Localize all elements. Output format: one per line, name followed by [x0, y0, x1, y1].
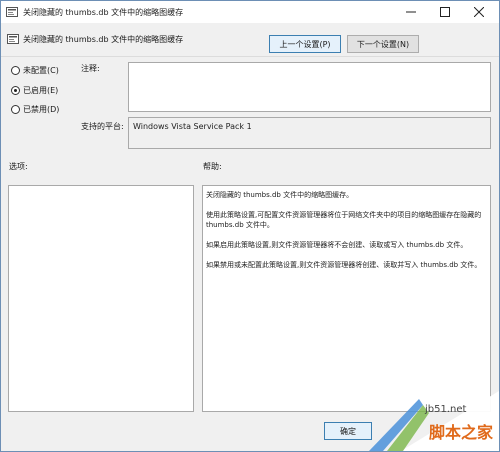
setting-name: 关闭隐藏的 thumbs.db 文件中的缩略图缓存 — [23, 35, 184, 44]
help-paragraph: 如果禁用或未配置此策略设置,则文件资源管理器将创建、读取并写入 thumbs.d… — [206, 261, 482, 269]
policy-settings-icon — [7, 33, 19, 45]
minimize-button[interactable] — [395, 1, 427, 23]
help-paragraph: 如果启用此策略设置,则文件资源管理器将不会创建、读取或写入 thumbs.db … — [206, 241, 468, 249]
radio-circle[interactable] — [11, 105, 20, 114]
supported-platform-label: 支持的平台: — [81, 122, 124, 131]
help-label: 帮助: — [203, 162, 222, 171]
close-button[interactable] — [463, 1, 495, 23]
radio-label: 已禁用(D) — [23, 105, 60, 114]
radio-circle[interactable] — [11, 66, 20, 75]
policy-settings-icon — [6, 6, 18, 18]
help-paragraph: 使用此策略设置,可配置文件资源管理器将位于网络文件夹中的项目的缩略图缓存在隐藏的… — [206, 211, 482, 229]
radio-circle-checked[interactable] — [11, 86, 20, 95]
radio-not-configured[interactable]: 未配置(C) — [11, 65, 59, 76]
maximize-button[interactable] — [429, 1, 461, 23]
window-title: 关闭隐藏的 thumbs.db 文件中的缩略图缓存 — [23, 8, 184, 17]
maximize-icon — [440, 7, 450, 17]
header-divider — [1, 56, 499, 57]
watermark-site: jb51.net — [425, 404, 467, 415]
title-bar[interactable]: 关闭隐藏的 thumbs.db 文件中的缩略图缓存 — [1, 1, 499, 23]
comment-textarea[interactable] — [128, 62, 491, 112]
supported-platform-value: Windows Vista Service Pack 1 — [133, 122, 252, 131]
site-watermark: jb51.net 脚本之家 — [349, 391, 499, 451]
minimize-icon — [406, 11, 416, 13]
comment-label: 注释: — [81, 64, 100, 73]
radio-enabled[interactable]: 已启用(E) — [11, 85, 58, 96]
supported-platform-field: Windows Vista Service Pack 1 — [128, 117, 491, 149]
close-icon — [474, 7, 484, 17]
previous-setting-button[interactable]: 上一个设置(P) — [269, 35, 341, 53]
help-panel[interactable]: 关闭隐藏的 thumbs.db 文件中的缩略图缓存。 使用此策略设置,可配置文件… — [202, 185, 491, 412]
radio-disabled[interactable]: 已禁用(D) — [11, 104, 59, 115]
options-label: 选项: — [9, 162, 28, 171]
options-panel — [8, 185, 194, 412]
watermark-name: 脚本之家 — [429, 423, 494, 442]
next-setting-button[interactable]: 下一个设置(N) — [347, 35, 419, 53]
window-scrollbar[interactable] — [491, 185, 499, 412]
help-paragraph: 关闭隐藏的 thumbs.db 文件中的缩略图缓存。 — [206, 191, 354, 199]
policy-setting-window: 关闭隐藏的 thumbs.db 文件中的缩略图缓存 关闭隐藏的 thumbs.d… — [0, 0, 500, 452]
radio-label: 已启用(E) — [23, 86, 59, 95]
radio-label: 未配置(C) — [23, 66, 59, 75]
